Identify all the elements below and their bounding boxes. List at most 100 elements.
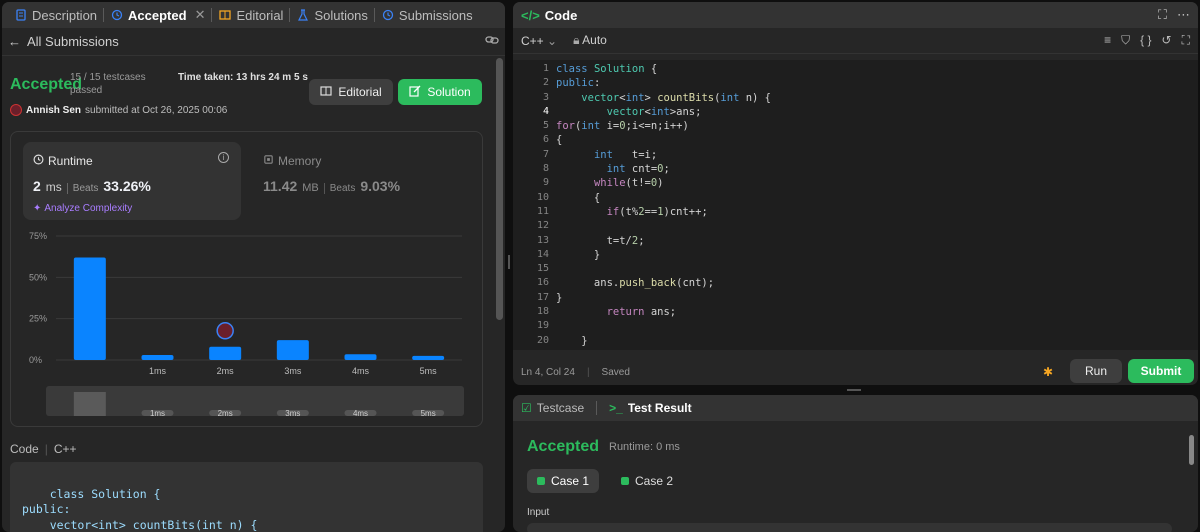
line-numbers: 1 2 3 4 5 6 7 8 9 10 11 12 13 14 15 16 17 18 19 20 (513, 60, 549, 348)
solution-button[interactable]: Solution (398, 79, 482, 105)
line-number: 17 (536, 291, 549, 303)
fullscreen-icon[interactable]: ⛶ (1182, 33, 1190, 48)
submitter-info: Annish Sen submitted at Oct 26, 2025 00:… (10, 104, 227, 116)
solution-button-label: Solution (427, 85, 471, 99)
navigator-label: 4ms (353, 409, 368, 418)
mode-select[interactable]: 🔒︎ Auto (573, 33, 607, 48)
scrollbar[interactable] (496, 58, 503, 320)
editor-code-lines[interactable]: class Solution { public: vector<int> cou… (556, 60, 771, 348)
history-icon (110, 8, 124, 22)
editorial-button[interactable]: Editorial (309, 79, 393, 105)
tab-divider (596, 401, 598, 415)
line-number: 19 (536, 320, 549, 332)
analyze-complexity-link[interactable]: ✦ Analyze Complexity (33, 203, 132, 214)
result-panel: ☑ Testcase >_ Test Result Accepted Runti… (513, 395, 1198, 532)
tab-solutions-label: Solutions (314, 7, 368, 23)
tab-description-label: Description (32, 7, 98, 23)
vertical-splitter[interactable] (508, 255, 510, 269)
line-number: 18 (536, 306, 549, 318)
link-icon[interactable] (485, 33, 499, 50)
memory-beats-label: Beats (323, 183, 355, 194)
bookmark-icon[interactable]: ⛉ (1121, 33, 1130, 48)
format-icon[interactable]: ≡ (1104, 33, 1111, 48)
left-panel: Description Accepted ✕ Editorial Solutio… (2, 2, 505, 532)
runtime-unit: ms (45, 180, 62, 194)
tab-description[interactable]: Description (8, 2, 103, 28)
submit-button[interactable]: Submit (1128, 359, 1194, 383)
more-icon[interactable]: ⋯ (1177, 7, 1190, 23)
line-number: 10 (536, 191, 549, 203)
debug-icon[interactable]: ✱ (1043, 365, 1053, 379)
line-number: 16 (536, 277, 549, 289)
braces-icon[interactable]: { } (1140, 33, 1151, 48)
chart-bar (73, 257, 106, 360)
code-editor[interactable]: 1 2 3 4 5 6 7 8 9 10 11 12 13 14 15 16 17 18 19 20 class So… (513, 60, 1198, 350)
runtime-title-label: Runtime (48, 154, 93, 168)
horizontal-splitter[interactable] (847, 389, 861, 391)
line-number: 14 (536, 248, 549, 260)
line-number: 3 (542, 91, 549, 103)
chart-bar (412, 355, 445, 360)
lock-icon: 🔒︎ (573, 33, 580, 47)
case-1-tab[interactable]: Case 1 (527, 469, 600, 493)
cursor-position: Ln 4, Col 24 (521, 366, 575, 378)
y-tick-label: 75% (29, 231, 47, 241)
tab-test-result[interactable]: >_ Test Result (609, 401, 691, 415)
line-number: 6 (542, 134, 549, 146)
runtime-box[interactable]: Runtime i 2 ms Beats 33.26% ✦ Analyze Co… (23, 142, 241, 220)
tab-test-result-label: Test Result (627, 401, 692, 415)
editor-options: C++ ⌄ 🔒︎ Auto (521, 33, 607, 48)
code-panel-actions: ⛶ ⋯ (1158, 7, 1190, 23)
code-section-lang: C++ (53, 442, 77, 456)
navigator-label: 5ms (421, 409, 436, 418)
line-number: 8 (542, 163, 549, 175)
info-icon[interactable]: i (218, 152, 229, 163)
close-icon[interactable]: ✕ (195, 7, 206, 23)
terminal-icon: >_ (609, 401, 623, 415)
save-status: Saved (601, 366, 630, 378)
chart-bar (344, 354, 377, 360)
case-2-tab[interactable]: Case 2 (611, 469, 683, 493)
analyze-label: Analyze Complexity (44, 203, 133, 214)
testcases-passed: 15 / 15 testcases passed (70, 72, 146, 96)
chip-icon (263, 154, 274, 168)
tab-solutions[interactable]: Solutions (290, 2, 373, 28)
tab-accepted[interactable]: Accepted ✕ (104, 2, 211, 28)
user-avatar-marker (216, 322, 234, 340)
divider: | (44, 442, 48, 456)
language-select[interactable]: C++ ⌄ (521, 34, 557, 48)
line-number: 12 (536, 220, 549, 232)
tab-testcase[interactable]: ☑ Testcase (521, 401, 584, 415)
tab-editorial[interactable]: Editorial (212, 2, 289, 28)
avatar[interactable] (10, 104, 22, 116)
editorial-button-label: Editorial (338, 85, 382, 99)
tab-submissions-label: Submissions (398, 7, 473, 23)
maximize-icon[interactable]: ⛶ (1158, 7, 1167, 23)
run-button[interactable]: Run (1070, 359, 1122, 383)
runtime-distribution-chart[interactable]: 75% 50% 25% 0% 1ms 2ms 3ms 4ms 5ms 1ms 2ms 3ms 4ms 5m… (11, 228, 482, 428)
book-icon (320, 85, 332, 100)
time-taken: Time taken: 13 hrs 24 m 5 s (178, 72, 308, 83)
line-number: 7 (542, 148, 549, 160)
code-panel-header: </> Code ⛶ ⋯ (513, 2, 1198, 28)
result-runtime: Runtime: 0 ms (609, 441, 680, 453)
code-panel: </> Code ⛶ ⋯ C++ ⌄ 🔒︎ Auto ≡ ⛉ { } ↺ ⛶ 1… (513, 2, 1198, 385)
memory-title-label: Memory (278, 154, 322, 168)
reset-icon[interactable]: ↺ (1162, 33, 1172, 48)
case-2-label: Case 2 (635, 474, 674, 488)
result-status: Accepted (527, 438, 600, 455)
scrollbar[interactable] (1189, 435, 1194, 465)
submitter-name[interactable]: Annish Sen (26, 105, 81, 116)
x-tick-label: 2ms (217, 366, 235, 376)
y-tick-label: 0% (29, 355, 42, 365)
code-snippet-text: class Solution { public: vector<int> cou… (22, 486, 258, 532)
clock-icon (33, 154, 44, 168)
code-icon: </> (521, 7, 540, 23)
tab-submissions[interactable]: Submissions (375, 2, 479, 28)
check-icon (537, 477, 545, 485)
memory-title[interactable]: Memory (263, 154, 321, 168)
chart-bar (141, 355, 174, 360)
back-link[interactable]: ← All Submissions (8, 34, 119, 49)
x-tick-label: 1ms (149, 366, 167, 376)
mode-label: Auto (582, 33, 607, 47)
